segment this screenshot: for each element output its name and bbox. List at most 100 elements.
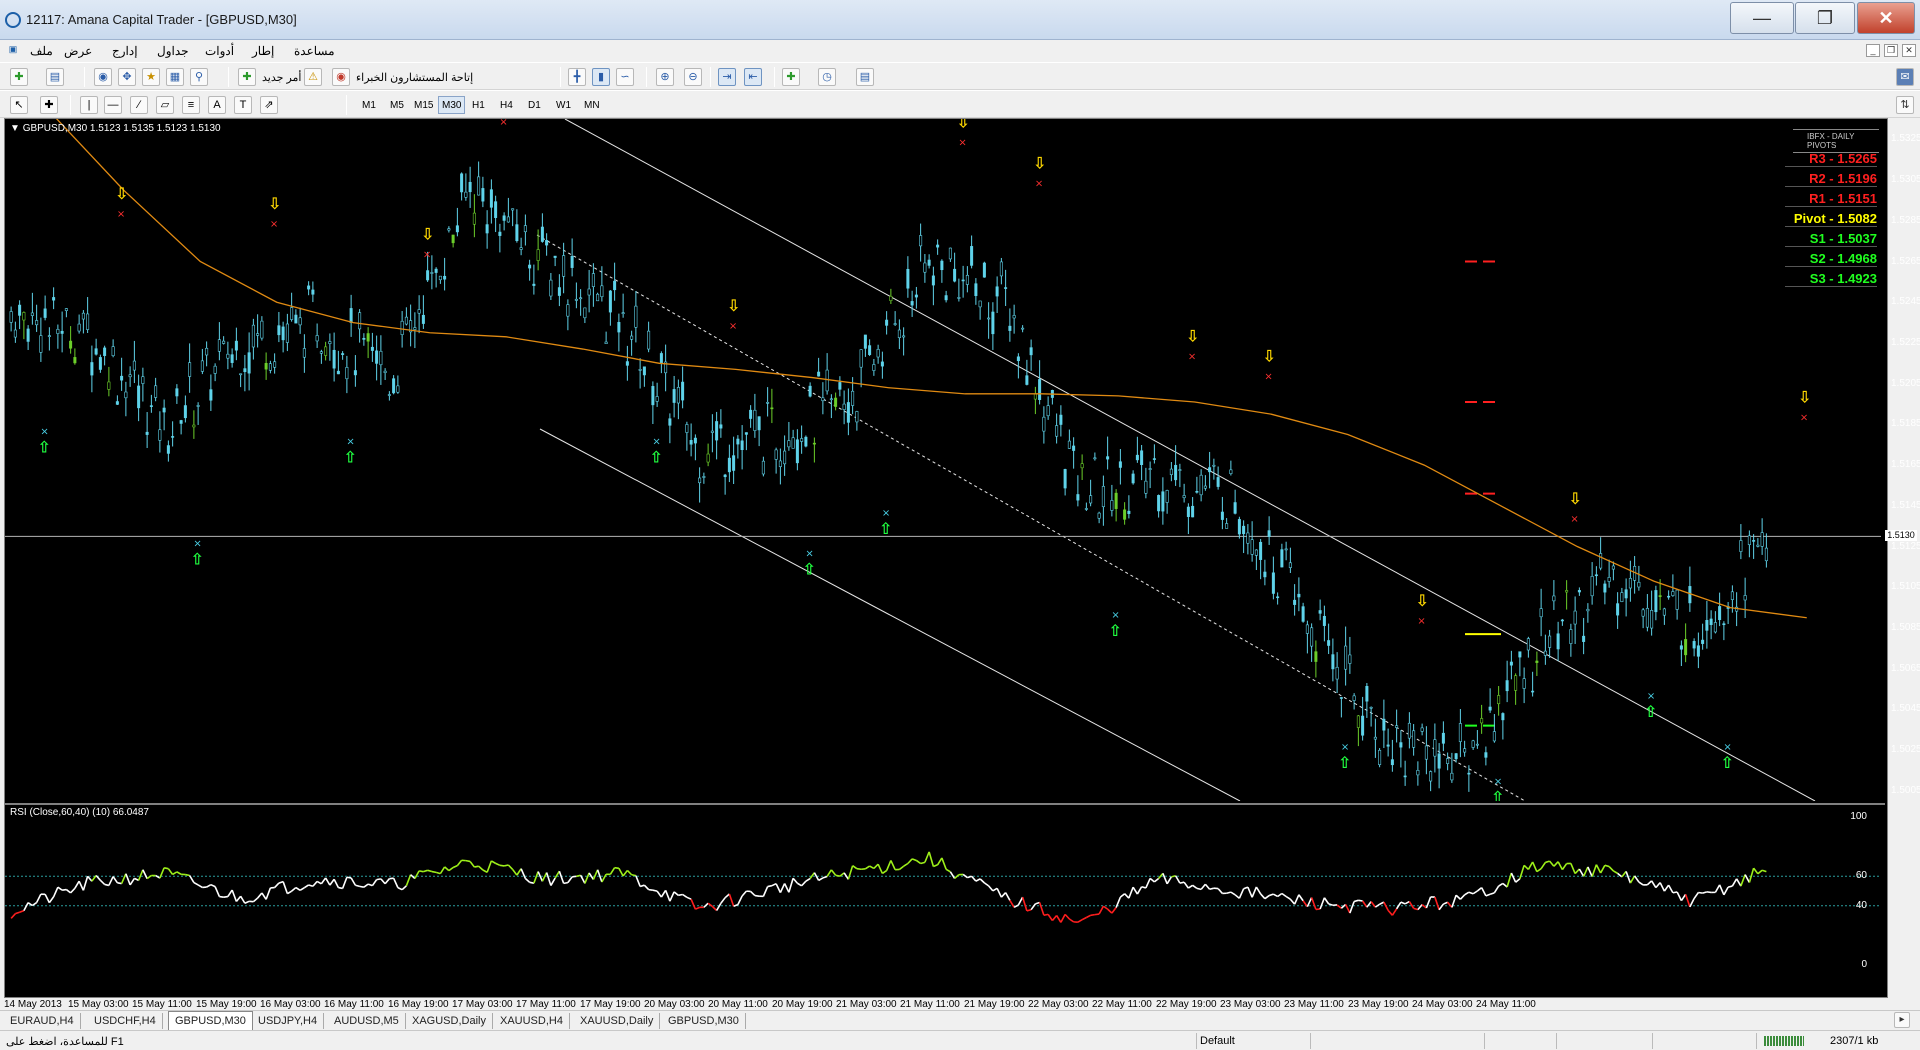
chart-shift-icon[interactable]: ⇤: [744, 68, 762, 86]
menu-tools[interactable]: أدوات: [205, 44, 234, 58]
pin-icon[interactable]: ⇅: [1896, 96, 1914, 114]
tab-euraud-h4[interactable]: EURAUD,H4: [4, 1013, 81, 1029]
rsi-panel[interactable]: RSI (Close,60,40) (10) 66.0487 100 60 40 0: [5, 803, 1885, 978]
candle-body: [876, 349, 880, 358]
rsi-line-segment: [1434, 896, 1440, 910]
chat-icon[interactable]: ✉: [1896, 68, 1914, 86]
rsi-line-segment: [979, 878, 985, 884]
text-label-icon[interactable]: T: [234, 96, 252, 114]
tab-xauusd-daily[interactable]: XAUUSD,Daily: [574, 1013, 661, 1029]
candle-body: [1526, 638, 1530, 651]
symbol-info: ▼ GBPUSD,M30 1.5123 1.5135 1.5123 1.5130: [10, 123, 221, 134]
rsi-line-segment: [898, 865, 905, 871]
trendline-icon[interactable]: ∕: [130, 96, 148, 114]
market-watch-icon[interactable]: ◉: [94, 68, 112, 86]
bar-chart-icon[interactable]: ╋: [568, 68, 586, 86]
mdi-close-button[interactable]: ✕: [1902, 44, 1916, 57]
candle-body: [1161, 491, 1165, 512]
timeframe-h1[interactable]: H1: [468, 96, 489, 114]
templates-icon[interactable]: ▤: [856, 68, 874, 86]
close-button[interactable]: ✕: [1857, 2, 1915, 34]
data-window-icon[interactable]: ✥: [118, 68, 136, 86]
indicators-icon[interactable]: ✚: [782, 68, 800, 86]
candle-body: [1322, 615, 1326, 626]
candle-body: [362, 337, 366, 340]
arrows-icon[interactable]: ⇗: [260, 96, 278, 114]
mdi-minimize-button[interactable]: _: [1866, 44, 1880, 57]
line-chart-icon[interactable]: ∽: [616, 68, 634, 86]
buy-marker-icon: ×: [1494, 777, 1502, 788]
fibonacci-icon[interactable]: ≡: [182, 96, 200, 114]
expert-advisors-icon[interactable]: ◉: [332, 68, 350, 86]
terminal-icon[interactable]: ▦: [166, 68, 184, 86]
autotrading-button[interactable]: إتاحة المستشارون الخبراء: [356, 71, 473, 84]
cursor-icon[interactable]: ↖: [10, 96, 28, 114]
mdi-restore-button[interactable]: ❐: [1884, 44, 1898, 57]
candle-body: [94, 348, 98, 355]
menu-file[interactable]: ملف: [30, 44, 53, 58]
timeframe-d1[interactable]: D1: [524, 96, 545, 114]
menu-insert[interactable]: إدارج: [112, 44, 138, 58]
auto-scroll-icon[interactable]: ⇥: [718, 68, 736, 86]
chart-window[interactable]: ⇩×⇩×⇩×⇩×⇩×⇩×⇩×⇩×⇩×⇩×⇩×⇩××⇧×⇧×⇧×⇧×⇧×⇧×⇧×⇧…: [4, 92, 1920, 998]
tab-gbpusd-m30-2[interactable]: GBPUSD,M30: [662, 1013, 746, 1029]
candle-body: [1199, 474, 1203, 496]
timeframe-m1[interactable]: M1: [358, 96, 380, 114]
menu-help[interactable]: مساعدة: [294, 44, 335, 58]
rsi-line-segment: [741, 890, 747, 897]
candle-body: [770, 407, 774, 410]
candle-body: [1569, 629, 1573, 644]
navigator-icon[interactable]: ★: [142, 68, 160, 86]
rsi-line-segment: [380, 878, 386, 885]
rsi-line-segment: [1340, 903, 1347, 909]
crosshair-icon[interactable]: ✚: [40, 96, 58, 114]
rsi-line-segment: [452, 864, 458, 869]
tab-xagusd-daily[interactable]: XAGUSD,Daily: [406, 1013, 493, 1029]
horizontal-line-icon[interactable]: —: [104, 96, 122, 114]
timeframe-h4[interactable]: H4: [496, 96, 517, 114]
candle-body: [1208, 467, 1212, 473]
tabs-scroll-icon[interactable]: ▸: [1894, 1012, 1910, 1028]
candle-body: [1046, 405, 1050, 417]
menu-window[interactable]: إطار: [252, 44, 274, 58]
timeframe-mn[interactable]: MN: [580, 96, 604, 114]
zoom-out-icon[interactable]: ⊖: [684, 68, 702, 86]
text-icon[interactable]: A: [208, 96, 226, 114]
new-order-icon[interactable]: ✚: [238, 68, 256, 86]
new-order-button[interactable]: أمر جديد: [262, 71, 301, 84]
candle-body: [978, 300, 982, 308]
candle-body: [936, 244, 940, 248]
timeframe-m5[interactable]: M5: [386, 96, 408, 114]
maximize-button[interactable]: ❐: [1795, 2, 1855, 34]
timeframe-m30[interactable]: M30: [438, 96, 466, 114]
candle-body: [685, 424, 689, 433]
menu-view[interactable]: عرض: [64, 44, 92, 58]
timeframe-w1[interactable]: W1: [552, 96, 575, 114]
price-chart[interactable]: ⇩×⇩×⇩×⇩×⇩×⇩×⇩×⇩×⇩×⇩×⇩×⇩××⇧×⇧×⇧×⇧×⇧×⇧×⇧×⇧…: [5, 92, 1920, 807]
rsi-line-segment: [754, 894, 760, 897]
chart-tabs: EURAUD,H4 USDCHF,H4 GBPUSD,M30 USDJPY,H4…: [0, 1010, 1920, 1030]
rsi-line-segment: [1489, 892, 1495, 895]
new-chart-icon[interactable]: ✚: [10, 68, 28, 86]
rsi-line-segment: [1171, 874, 1176, 878]
minimize-button[interactable]: —: [1730, 2, 1794, 34]
equidistant-channel-icon[interactable]: ▱: [156, 96, 174, 114]
vertical-line-icon[interactable]: |: [80, 96, 98, 114]
periods-icon[interactable]: ◷: [818, 68, 836, 86]
timeframe-m15[interactable]: M15: [410, 96, 437, 114]
tab-gbpusd-m30[interactable]: GBPUSD,M30: [168, 1011, 253, 1030]
tab-audusd-m5[interactable]: AUDUSD,M5: [328, 1013, 406, 1029]
menu-charts[interactable]: جداول: [157, 44, 189, 58]
tab-xauusd-h4[interactable]: XAUUSD,H4: [494, 1013, 570, 1029]
profiles-icon[interactable]: ▤: [46, 68, 64, 86]
strategy-tester-icon[interactable]: ⚲: [190, 68, 208, 86]
candle-body: [668, 418, 672, 426]
tab-usdjpy-h4[interactable]: USDJPY,H4: [252, 1013, 325, 1029]
chart-window-icon[interactable]: ▣: [6, 44, 20, 57]
zoom-in-icon[interactable]: ⊕: [656, 68, 674, 86]
metaeditor-icon[interactable]: ⚠: [304, 68, 322, 86]
candlesticks-icon[interactable]: ▮: [592, 68, 610, 86]
rsi-line-segment: [941, 857, 947, 870]
tab-usdchf-h4[interactable]: USDCHF,H4: [88, 1013, 163, 1029]
price-axis-label: 1.5185: [1891, 418, 1920, 430]
